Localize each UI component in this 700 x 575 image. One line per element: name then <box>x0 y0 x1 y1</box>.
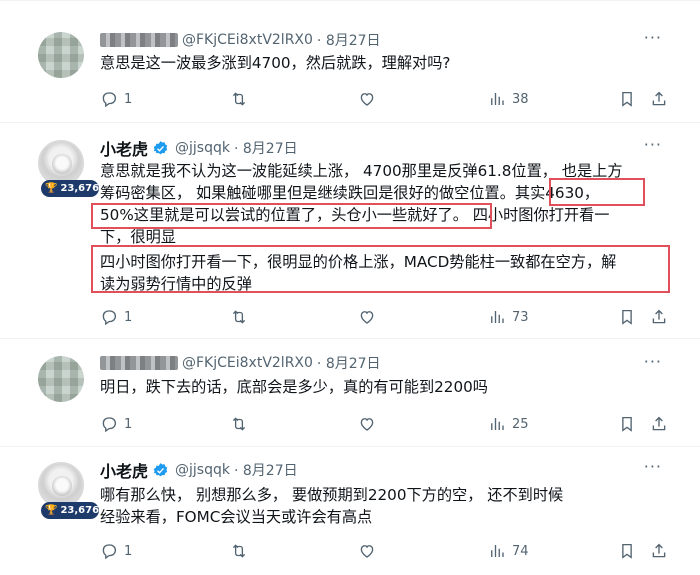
user-handle[interactable]: @FKjCEi8xtV2lRX0 <box>182 355 313 371</box>
reply-button[interactable]: 1 <box>100 308 132 326</box>
display-name[interactable]: 小老虎 <box>100 136 148 160</box>
retweet-button[interactable] <box>230 308 248 326</box>
text-line: 意思就是我不认为这一波能延续上涨， 4700那里是反弹61.8位置， 也是上方 <box>100 162 623 180</box>
share-button[interactable] <box>650 415 668 433</box>
share-icon <box>650 90 668 108</box>
display-name[interactable]: 小老虎 <box>100 458 148 482</box>
bookmark-icon <box>618 415 636 433</box>
views-button[interactable]: 38 <box>488 90 529 108</box>
user-handle[interactable]: @FKjCEi8xtV2lRX0 <box>182 32 313 48</box>
reply-button[interactable]: 1 <box>100 415 132 433</box>
reply-button[interactable]: 1 <box>100 542 132 560</box>
bookmark-icon <box>618 542 636 560</box>
tweet-actions: 1 74 <box>100 541 670 561</box>
trophy-icon: 🏆 <box>45 183 58 194</box>
share-button[interactable] <box>650 308 668 326</box>
views-button[interactable]: 73 <box>488 308 529 326</box>
tweet-actions: 1 25 <box>100 414 670 434</box>
more-icon[interactable]: ··· <box>644 135 662 154</box>
views-count: 38 <box>512 91 529 107</box>
views-count: 73 <box>512 309 529 325</box>
tweet-text: 意思是这一波最多涨到4700，然后就跌，理解对吗? <box>100 54 451 72</box>
tweet-date[interactable]: · 8月27日 <box>234 138 298 158</box>
reply-count: 1 <box>124 309 133 325</box>
bookmark-icon <box>618 90 636 108</box>
bookmark-button[interactable] <box>618 542 636 560</box>
bookmark-button[interactable] <box>618 90 636 108</box>
like-button[interactable] <box>358 542 376 560</box>
bookmark-button[interactable] <box>618 415 636 433</box>
highlight-box <box>549 178 645 206</box>
highlight-box <box>91 245 670 293</box>
share-button[interactable] <box>650 542 668 560</box>
more-icon[interactable]: ··· <box>644 28 662 47</box>
reply-count: 1 <box>124 543 133 559</box>
display-name-blurred[interactable] <box>100 33 178 47</box>
views-icon <box>488 308 506 326</box>
display-name-blurred[interactable] <box>100 356 178 370</box>
follower-badge[interactable]: 🏆 23,676 <box>41 180 99 197</box>
like-icon <box>358 90 376 108</box>
retweet-icon <box>230 90 248 108</box>
views-count: 74 <box>512 543 529 559</box>
retweet-button[interactable] <box>230 542 248 560</box>
like-button[interactable] <box>358 90 376 108</box>
tweet-actions: 1 73 <box>100 307 670 327</box>
follower-badge[interactable]: 🏆 23,676 <box>41 502 99 519</box>
views-icon <box>488 542 506 560</box>
views-button[interactable]: 25 <box>488 415 529 433</box>
bookmark-button[interactable] <box>618 308 636 326</box>
retweet-icon <box>230 542 248 560</box>
tweet-text: 哪有那么快， 别想那么多， 要做预期到2200下方的空， 还不到时候 经验来看，… <box>100 484 563 528</box>
text-line: 筹码密集区， 如果触碰哪里但是继续跌回是很好的做空位置。其实4630， <box>100 184 600 202</box>
share-button[interactable] <box>650 90 668 108</box>
views-button[interactable]: 74 <box>488 542 529 560</box>
badge-count: 23,676 <box>60 183 100 194</box>
user-handle[interactable]: @jjsqqk <box>175 140 230 156</box>
bookmark-icon <box>618 308 636 326</box>
reply-icon <box>100 542 118 560</box>
reply-icon <box>100 415 118 433</box>
tweet-text: 明日，跌下去的话，底部会是多少，真的有可能到2200吗 <box>100 378 488 396</box>
retweet-button[interactable] <box>230 415 248 433</box>
retweet-icon <box>230 415 248 433</box>
user-handle[interactable]: @jjsqqk <box>175 462 230 478</box>
like-icon <box>358 308 376 326</box>
more-icon[interactable]: ··· <box>644 352 662 371</box>
avatar[interactable] <box>38 32 84 78</box>
text-line: 哪有那么快， 别想那么多， 要做预期到2200下方的空， 还不到时候 <box>100 486 564 504</box>
text-line: 经验来看，FOMC会议当天或许会有高点 <box>100 508 373 526</box>
reply-count: 1 <box>124 91 133 107</box>
retweet-icon <box>230 308 248 326</box>
badge-count: 23,676 <box>60 505 100 516</box>
highlight-box <box>91 203 492 229</box>
views-count: 25 <box>512 416 529 432</box>
tweet-date[interactable]: · 8月27日 <box>317 30 381 50</box>
reply-button[interactable]: 1 <box>100 90 132 108</box>
tweet-date[interactable]: · 8月27日 <box>317 353 381 373</box>
trophy-icon: 🏆 <box>45 505 58 516</box>
views-icon <box>488 415 506 433</box>
reply-count: 1 <box>124 416 133 432</box>
like-icon <box>358 415 376 433</box>
verified-icon <box>152 140 169 157</box>
like-button[interactable] <box>358 415 376 433</box>
more-icon[interactable]: ··· <box>644 457 662 476</box>
share-icon <box>650 542 668 560</box>
retweet-button[interactable] <box>230 90 248 108</box>
like-icon <box>358 542 376 560</box>
views-icon <box>488 90 506 108</box>
reply-icon <box>100 90 118 108</box>
like-button[interactable] <box>358 308 376 326</box>
tweet-date[interactable]: · 8月27日 <box>234 460 298 480</box>
share-icon <box>650 415 668 433</box>
share-icon <box>650 308 668 326</box>
reply-icon <box>100 308 118 326</box>
tweet-actions: 1 38 <box>100 89 670 109</box>
verified-icon <box>152 462 169 479</box>
avatar[interactable] <box>38 356 84 402</box>
